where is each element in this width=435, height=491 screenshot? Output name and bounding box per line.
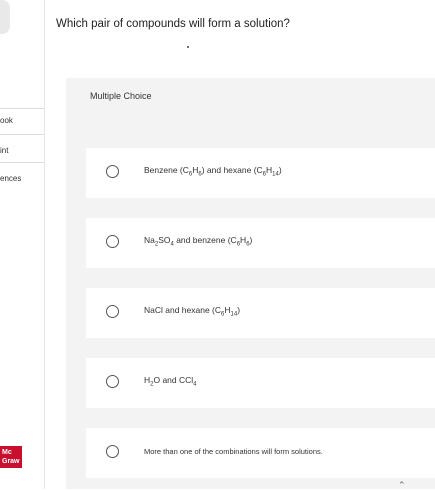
text-part: Benzene (C <box>144 165 189 175</box>
option-card[interactable]: More than one of the combinations will f… <box>86 428 435 478</box>
text-part: and benzene (C <box>173 235 237 245</box>
chevron-up-icon[interactable]: ⌃ <box>398 480 406 491</box>
radio-button[interactable] <box>106 375 119 388</box>
text-part: O and CCl <box>153 375 194 385</box>
divider <box>0 108 44 109</box>
option-text: NaCl and hexane (C6H14) <box>144 305 240 318</box>
multiple-choice-label: Multiple Choice <box>90 91 152 101</box>
sidebar-tab-handle[interactable] <box>0 0 10 34</box>
question-text: Which pair of compounds will form a solu… <box>56 18 290 30</box>
option-text: Benzene (C6H6) and hexane (C6H14) <box>144 165 282 178</box>
option-text: Na2SO4 and benzene (C6H6) <box>144 235 252 248</box>
text-part: Na <box>144 235 155 245</box>
option-text: More than one of the combinations will f… <box>144 447 323 456</box>
radio-button[interactable] <box>106 305 119 318</box>
option-card[interactable]: Na2SO4 and benzene (C6H6) <box>86 218 435 268</box>
sidebar-item-print[interactable]: int <box>0 146 44 155</box>
text-part: ) <box>278 165 282 175</box>
text-part: SO <box>158 235 171 245</box>
option-card[interactable]: Benzene (C6H6) and hexane (C6H14) <box>86 148 435 198</box>
divider <box>0 162 44 163</box>
text-part: ) and hexane (C <box>201 165 263 175</box>
radio-button[interactable] <box>106 445 119 458</box>
sidebar-item-references[interactable]: ences <box>0 174 44 183</box>
brand-logo: Mc Graw <box>0 446 22 468</box>
text-part: NaCl and hexane (C <box>144 305 222 315</box>
left-sidebar: ook int ences Mc Graw <box>0 0 45 489</box>
radio-button[interactable] <box>106 235 119 248</box>
sidebar-item-ebook[interactable]: ook <box>0 116 44 125</box>
brand-text: Mc Graw <box>2 449 20 465</box>
option-text: H2O and CCl4 <box>144 375 197 388</box>
text-part: ) <box>237 305 241 315</box>
divider <box>0 134 44 135</box>
subscript: 4 <box>193 381 197 388</box>
radio-button[interactable] <box>106 165 119 178</box>
option-card[interactable]: H2O and CCl4 <box>86 358 435 408</box>
option-card[interactable]: NaCl and hexane (C6H14) <box>86 288 435 338</box>
decorative-dot <box>187 46 189 48</box>
text-part: ) <box>249 235 253 245</box>
subscript: 14 <box>272 171 279 178</box>
